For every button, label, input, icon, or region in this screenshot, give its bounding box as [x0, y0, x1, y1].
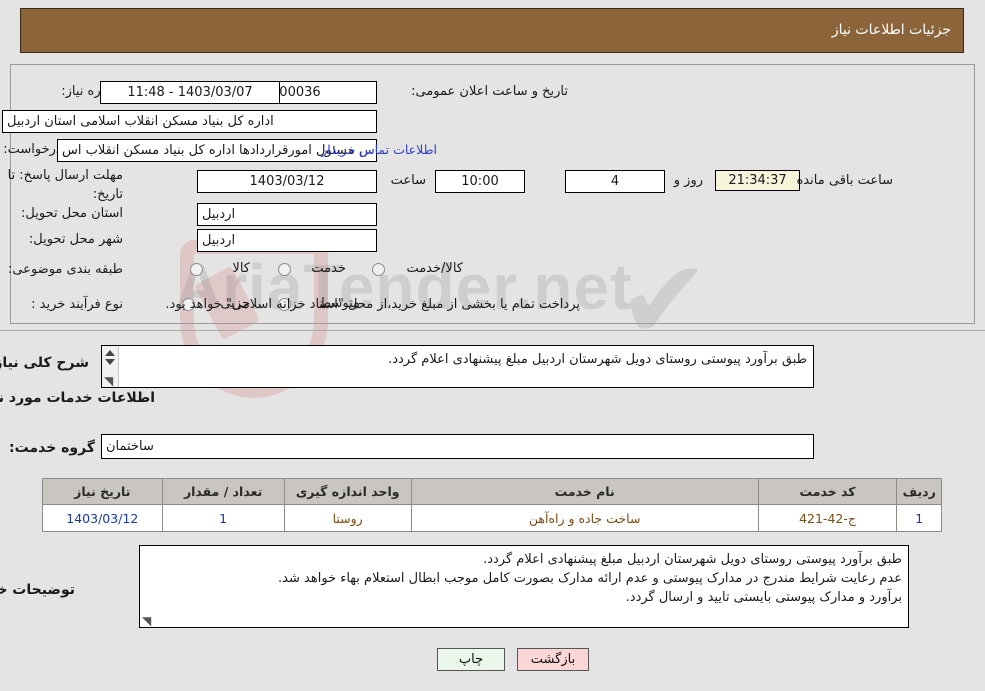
- announcement-datetime-label: تاریخ و ساعت اعلان عمومی:: [411, 84, 568, 99]
- category-label: طبقه بندی موضوعی:: [7, 262, 123, 277]
- category-radio-goods-service[interactable]: [372, 263, 385, 276]
- service-group-label: گروه خدمت:: [9, 440, 95, 456]
- buyer-org-field[interactable]: اداره کل بنیاد مسکن انقلاب اسلامی استان …: [2, 110, 377, 133]
- province-field[interactable]: اردبیل: [197, 203, 377, 226]
- treasury-note: پرداخت تمام یا بخشی از مبلغ خرید،از محل …: [165, 297, 580, 312]
- deadline-hour-label: ساعت: [390, 173, 426, 188]
- summary-label: شرح کلی نیاز:: [0, 355, 89, 371]
- announcement-datetime-field[interactable]: 1403/03/07 - 11:48: [100, 81, 280, 104]
- table-row: 1 ج-42-421 ساخت جاده و راه‌آهن روستا 1 1…: [42, 504, 942, 532]
- page-root: ✔ AriaTender.net جزئیات اطلاعات نیاز شما…: [0, 0, 985, 691]
- city-field[interactable]: اردبیل: [197, 229, 377, 252]
- cell-name: ساخت جاده و راه‌آهن: [410, 504, 759, 532]
- deadline-label-line2: تاریخ:: [92, 187, 123, 202]
- summary-textarea[interactable]: ◥ طبق برآورد پیوستی روستای دویل شهرستان …: [101, 345, 814, 388]
- back-button[interactable]: بازگشت: [517, 648, 589, 671]
- scroll-down-icon[interactable]: [105, 359, 115, 365]
- summary-text: طبق برآورد پیوستی روستای دویل شهرستان ار…: [388, 352, 807, 367]
- print-button[interactable]: چاپ: [437, 648, 505, 671]
- th-code: کد خدمت: [757, 478, 898, 505]
- buyer-notes-textarea[interactable]: ◥ طبق برآورد پیوستی روستای دویل شهرستان …: [139, 545, 909, 628]
- service-group-field[interactable]: ساختمان: [101, 434, 814, 459]
- days-remaining-field[interactable]: 4: [565, 170, 665, 193]
- city-label: شهر محل تحویل:: [28, 232, 123, 247]
- window-title-bar: جزئیات اطلاعات نیاز: [20, 8, 964, 53]
- deadline-time-field[interactable]: 10:00: [435, 170, 525, 193]
- category-option-goods-service-label: کالا/خدمت: [406, 261, 463, 276]
- scroll-up-icon[interactable]: [105, 350, 115, 356]
- province-label: استان محل تحویل:: [21, 206, 123, 221]
- section-divider: [0, 330, 985, 331]
- category-option-goods-label: کالا: [232, 261, 250, 276]
- buyer-notes-resize-grip-icon[interactable]: ◥: [142, 615, 151, 627]
- th-name: نام خدمت: [410, 478, 759, 505]
- th-row: ردیف: [896, 478, 942, 505]
- resize-grip-icon[interactable]: ◥: [104, 375, 113, 387]
- cell-quantity: 1: [161, 504, 285, 532]
- deadline-label-line1: مهلت ارسال پاسخ: تا: [7, 168, 123, 183]
- th-date: تاریخ نیاز: [42, 478, 163, 505]
- cell-code: ج-42-421: [757, 504, 898, 532]
- category-option-service-label: خدمت: [311, 261, 346, 276]
- days-remaining-label: روز و: [673, 173, 703, 188]
- countdown-field: 21:34:37: [715, 170, 800, 191]
- th-quantity: تعداد / مقدار: [161, 478, 285, 505]
- category-radio-goods[interactable]: [190, 263, 203, 276]
- remaining-hours-label: ساعت باقی مانده: [796, 173, 893, 188]
- buyer-notes-text: طبق برآورد پیوستی روستای دویل شهرستان ار…: [278, 552, 902, 605]
- cell-unit: روستا: [283, 504, 412, 532]
- services-table: ردیف کد خدمت نام خدمت واحد اندازه گیری ت…: [42, 478, 942, 532]
- th-unit: واحد اندازه گیری: [283, 478, 412, 505]
- table-header-row: ردیف کد خدمت نام خدمت واحد اندازه گیری ت…: [42, 478, 942, 505]
- category-radio-service[interactable]: [278, 263, 291, 276]
- page-title: جزئیات اطلاعات نیاز: [831, 22, 951, 38]
- deadline-date-field[interactable]: 1403/03/12: [197, 170, 377, 193]
- services-heading: اطلاعات خدمات مورد نیاز: [0, 390, 155, 406]
- cell-row: 1: [896, 504, 942, 532]
- buyer-contact-link[interactable]: اطلاعات تماس خریدار: [321, 142, 437, 157]
- process-label: نوع فرآیند خرید :: [31, 297, 123, 312]
- buyer-notes-label: توضیحات خریدار:: [0, 582, 75, 598]
- cell-date: 1403/03/12: [42, 504, 163, 532]
